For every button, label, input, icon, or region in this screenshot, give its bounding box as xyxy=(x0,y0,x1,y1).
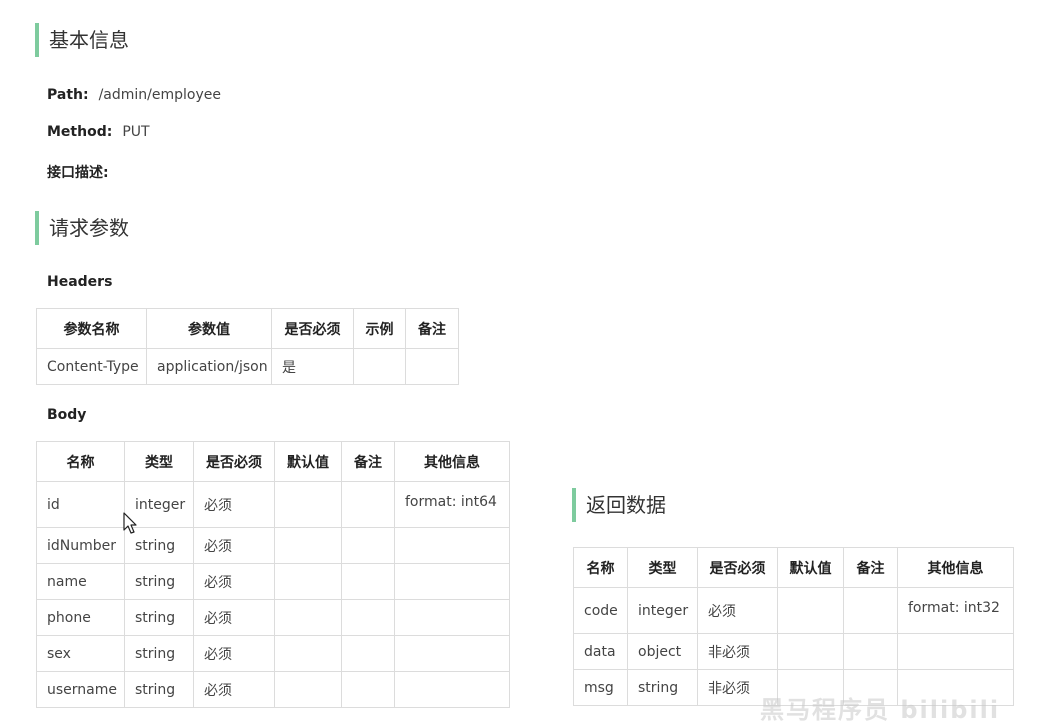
body-cell xyxy=(394,635,510,672)
body-cell: string xyxy=(124,563,194,600)
body-cell xyxy=(274,635,342,672)
body-cell: string xyxy=(124,671,194,708)
section-title-basic: 基本信息 xyxy=(35,23,129,57)
response-table: 名称 类型 是否必须 默认值 备注 其他信息 code integer 必须 f… xyxy=(573,547,1014,706)
body-cell xyxy=(394,599,510,636)
response-cell: integer xyxy=(627,587,698,634)
section-title-response: 返回数据 xyxy=(572,488,666,522)
method-label: Method: xyxy=(47,124,113,140)
response-cell xyxy=(897,633,1014,670)
response-col-remark: 备注 xyxy=(843,547,898,588)
response-cell: msg xyxy=(573,669,628,706)
body-col-other: 其他信息 xyxy=(394,441,510,482)
table-row: phone string 必须 xyxy=(36,599,510,636)
body-cell xyxy=(394,527,510,564)
headers-cell xyxy=(405,348,459,385)
headers-cell: application/json xyxy=(146,348,272,385)
body-cell xyxy=(394,563,510,600)
table-row: username string 必须 xyxy=(36,671,510,708)
table-row: sex string 必须 xyxy=(36,635,510,672)
body-cell: 必须 xyxy=(193,599,275,636)
response-col-required: 是否必须 xyxy=(697,547,778,588)
section-title-request: 请求参数 xyxy=(35,211,129,245)
response-cell: string xyxy=(627,669,698,706)
response-col-other: 其他信息 xyxy=(897,547,1014,588)
body-cell: 必须 xyxy=(193,635,275,672)
body-cell xyxy=(274,599,342,636)
desc-label: 接口描述: xyxy=(47,165,109,181)
body-cell: 必须 xyxy=(193,527,275,564)
body-col-required: 是否必须 xyxy=(193,441,275,482)
response-cell: 必须 xyxy=(697,587,778,634)
response-col-default: 默认值 xyxy=(777,547,844,588)
body-cell xyxy=(274,563,342,600)
body-cell: format: int64 xyxy=(394,481,510,528)
table-row: id integer 必须 format: int64 xyxy=(36,481,510,528)
headers-col-required: 是否必须 xyxy=(271,308,354,349)
method-value: PUT xyxy=(122,124,150,140)
table-row: name string 必须 xyxy=(36,563,510,600)
body-cell: idNumber xyxy=(36,527,125,564)
table-row: Content-Type application/json 是 xyxy=(36,348,459,385)
body-cell: 必须 xyxy=(193,481,275,528)
path-label: Path: xyxy=(47,87,89,103)
response-col-name: 名称 xyxy=(573,547,628,588)
body-col-default: 默认值 xyxy=(274,441,342,482)
path-value: /admin/employee xyxy=(98,87,221,103)
table-row: data object 非必须 xyxy=(573,633,1014,670)
body-cell xyxy=(274,527,342,564)
body-col-name: 名称 xyxy=(36,441,125,482)
path-line: Path: /admin/employee xyxy=(47,87,221,103)
response-cell xyxy=(777,633,844,670)
response-cell: format: int32 xyxy=(897,587,1014,634)
response-cell xyxy=(843,633,898,670)
headers-col-name: 参数名称 xyxy=(36,308,147,349)
body-cell: name xyxy=(36,563,125,600)
response-cell xyxy=(777,587,844,634)
body-cell xyxy=(341,563,395,600)
body-cell: string xyxy=(124,635,194,672)
body-col-type: 类型 xyxy=(124,441,194,482)
desc-line: 接口描述: xyxy=(47,162,119,182)
headers-table: 参数名称 参数值 是否必须 示例 备注 Content-Type applica… xyxy=(36,308,459,385)
headers-col-remark: 备注 xyxy=(405,308,459,349)
response-cell: code xyxy=(573,587,628,634)
watermark-logo: 黑马程序员 bilibili xyxy=(760,696,1001,724)
body-cell: username xyxy=(36,671,125,708)
headers-cell: Content-Type xyxy=(36,348,147,385)
body-cell xyxy=(274,671,342,708)
body-cell xyxy=(274,481,342,528)
body-cell xyxy=(341,481,395,528)
table-row: idNumber string 必须 xyxy=(36,527,510,564)
body-cell: id xyxy=(36,481,125,528)
body-cell xyxy=(341,671,395,708)
mouse-pointer-icon xyxy=(123,512,137,534)
response-col-type: 类型 xyxy=(627,547,698,588)
headers-col-value: 参数值 xyxy=(146,308,272,349)
body-cell xyxy=(341,527,395,564)
headers-title: Headers xyxy=(47,274,113,290)
response-cell: data xyxy=(573,633,628,670)
body-cell: string xyxy=(124,599,194,636)
response-cell xyxy=(843,587,898,634)
body-cell xyxy=(341,599,395,636)
body-title: Body xyxy=(47,407,87,423)
headers-cell: 是 xyxy=(271,348,354,385)
body-cell: phone xyxy=(36,599,125,636)
body-cell xyxy=(394,671,510,708)
body-cell: sex xyxy=(36,635,125,672)
body-cell: 必须 xyxy=(193,671,275,708)
response-cell: 非必须 xyxy=(697,633,778,670)
body-col-remark: 备注 xyxy=(341,441,395,482)
body-table: 名称 类型 是否必须 默认值 备注 其他信息 id integer 必须 for… xyxy=(36,441,510,708)
response-cell: object xyxy=(627,633,698,670)
method-line: Method: PUT xyxy=(47,124,150,140)
headers-cell xyxy=(353,348,406,385)
headers-col-example: 示例 xyxy=(353,308,406,349)
table-row: code integer 必须 format: int32 xyxy=(573,587,1014,634)
body-cell: 必须 xyxy=(193,563,275,600)
body-cell xyxy=(341,635,395,672)
